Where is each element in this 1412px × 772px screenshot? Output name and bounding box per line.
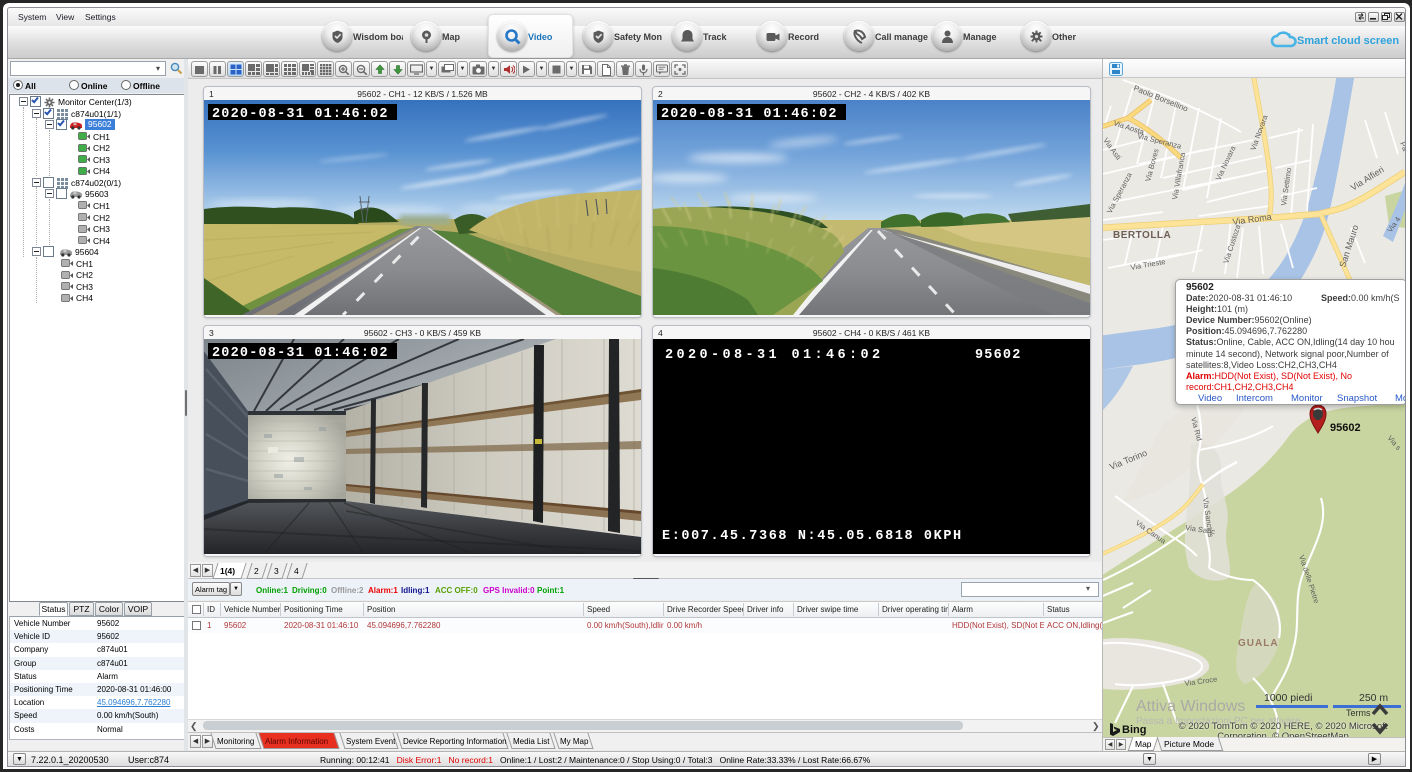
svg-text:BERTOLLA: BERTOLLA [1113,230,1171,241]
svg-text:E:007.45.7368 N:45.05.6818 0KP: E:007.45.7368 N:45.05.6818 0KPH [662,529,963,544]
svg-text:2020-08-31 01:46:02: 2020-08-31 01:46:02 [212,346,389,361]
svg-text:95602: 95602 [975,348,1022,363]
svg-text:2020-08-31 01:46:02: 2020-08-31 01:46:02 [212,107,389,122]
svg-text:2020-08-31 01:46:02: 2020-08-31 01:46:02 [665,348,884,363]
svg-text:GUALA: GUALA [1238,638,1279,649]
svg-text:2020-08-31 01:46:02: 2020-08-31 01:46:02 [661,107,838,122]
